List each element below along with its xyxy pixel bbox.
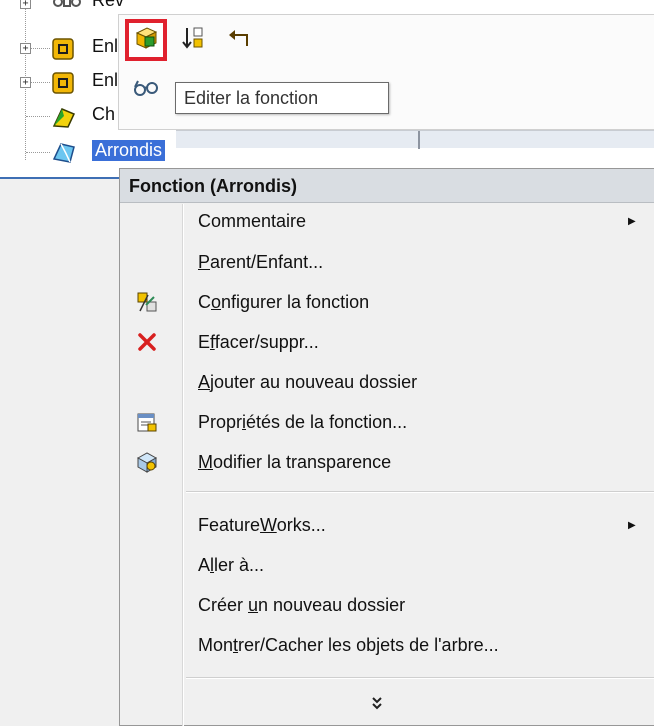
configure-feature-icon: [134, 289, 160, 315]
toolbar-strip: [176, 130, 654, 149]
revolve-feature-icon: [52, 0, 81, 14]
expand-toggle[interactable]: +: [20, 43, 31, 54]
context-menu: Fonction (Arrondis) Commentaire ▶ Parent…: [119, 168, 654, 726]
tooltip: Editer la fonction: [175, 82, 389, 114]
edit-feature-button[interactable]: [125, 19, 167, 61]
context-toolbar: Editer la fonction: [118, 14, 654, 130]
menu-item-featureworks[interactable]: FeatureWorks... ▶: [120, 505, 654, 545]
menu-item-label: Configurer la fonction: [198, 291, 370, 312]
chamfer-feature-icon: [52, 106, 76, 128]
menu-item-proprietes[interactable]: Propriétés de la fonction...: [120, 402, 654, 442]
submenu-arrow-icon: ▶: [628, 215, 636, 227]
tree-connector: [26, 152, 50, 153]
menu-item-label: Parent/Enfant...: [198, 251, 324, 272]
menu-item-label: Propriétés de la fonction...: [198, 411, 408, 432]
tree-item-label: Enl: [92, 36, 119, 56]
menu-item-label: FeatureWorks...: [198, 514, 326, 535]
edit-feature-icon: [133, 25, 159, 56]
transparency-icon: [134, 449, 160, 475]
menu-item-transparence[interactable]: Modifier la transparence: [120, 442, 654, 482]
expand-more-button[interactable]: [370, 695, 384, 716]
tree-item-label: Enl: [92, 70, 119, 90]
expand-toggle[interactable]: +: [20, 0, 31, 9]
menu-item-label: Commentaire: [198, 210, 307, 231]
rollback-icon: [181, 25, 207, 56]
fillet-feature-icon: [52, 141, 75, 163]
menu-item-parent-enfant[interactable]: Parent/Enfant...: [120, 242, 654, 282]
menu-item-label: Ajouter au nouveau dossier: [198, 371, 418, 392]
menu-item-label: Montrer/Cacher les objets de l'arbre...: [198, 634, 499, 655]
hide-show-button[interactable]: [129, 73, 163, 107]
tree-item-label: Ch: [92, 104, 116, 124]
expand-toggle[interactable]: +: [20, 77, 31, 88]
submenu-arrow-icon: ▶: [628, 519, 636, 531]
menu-item-commentaire[interactable]: Commentaire ▶: [120, 201, 654, 241]
cut-extrude-feature-icon: [52, 72, 74, 94]
menu-header: Fonction (Arrondis): [120, 169, 654, 203]
menu-item-label: Modifier la transparence: [198, 451, 392, 472]
menu-item-label: Créer un nouveau dossier: [198, 594, 406, 615]
feature-properties-icon: [134, 409, 160, 435]
menu-item-ajouter-dossier[interactable]: Ajouter au nouveau dossier: [120, 362, 654, 402]
tree-connector: [26, 116, 50, 117]
left-panel-gutter: [0, 179, 120, 726]
menu-item-creer-dossier[interactable]: Créer un nouveau dossier: [120, 585, 654, 625]
menu-item-montrer-cacher[interactable]: Montrer/Cacher les objets de l'arbre...: [120, 625, 654, 665]
glasses-icon: [132, 77, 160, 104]
undo-button[interactable]: [223, 23, 257, 57]
tree-item-label-selected: Arrondis: [92, 140, 166, 161]
cut-extrude-feature-icon: [52, 38, 74, 60]
double-chevron-down-icon: [370, 695, 384, 715]
menu-separator: [186, 491, 654, 493]
tree-item-label: Rev: [92, 0, 125, 10]
menu-separator: [186, 677, 654, 679]
rollback-button[interactable]: [177, 23, 211, 57]
toolbar-separator: [418, 131, 420, 149]
menu-item-aller-a[interactable]: Aller à...: [120, 545, 654, 585]
menu-item-label: Effacer/suppr...: [198, 331, 319, 352]
undo-arrow-icon: [227, 25, 253, 56]
menu-item-label: Aller à...: [198, 554, 265, 575]
menu-item-effacer[interactable]: Effacer/suppr...: [120, 322, 654, 362]
delete-x-icon: [134, 329, 160, 355]
menu-item-configurer[interactable]: Configurer la fonction: [120, 282, 654, 322]
